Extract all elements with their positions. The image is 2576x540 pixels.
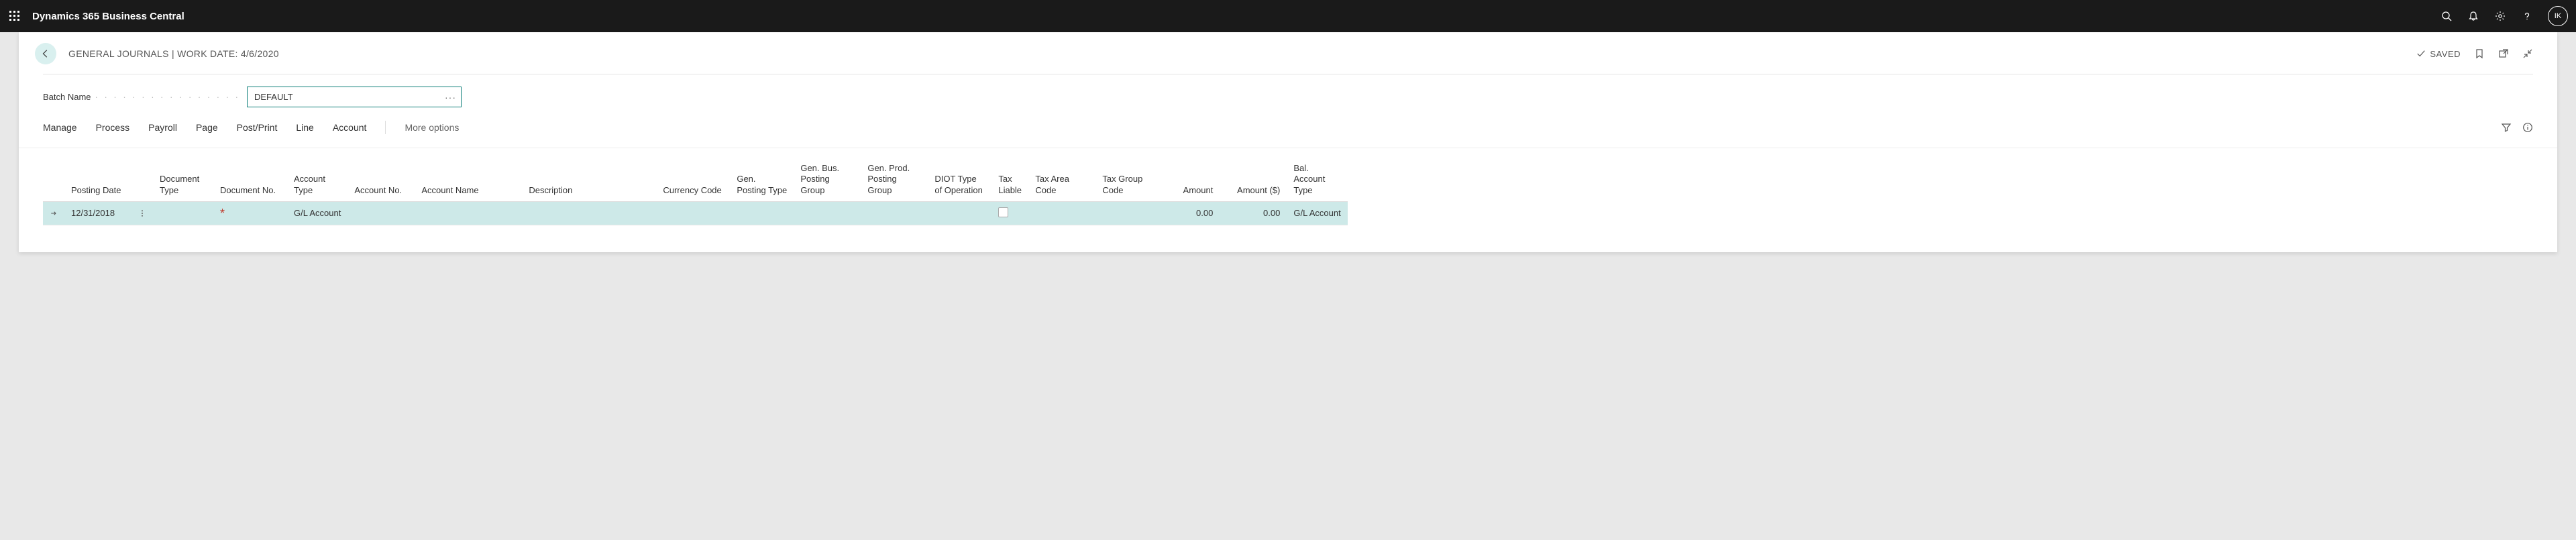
table-row[interactable]: 12/31/2018 * G/L Account bbox=[43, 201, 1348, 225]
back-button[interactable] bbox=[35, 43, 56, 64]
notifications-icon[interactable] bbox=[2467, 10, 2479, 22]
app-title: Dynamics 365 Business Central bbox=[32, 11, 184, 22]
col-account-no[interactable]: Account No. bbox=[347, 160, 415, 201]
cell-gen-posting-type[interactable] bbox=[730, 201, 794, 225]
col-currency-code[interactable]: Currency Code bbox=[656, 160, 730, 201]
help-icon[interactable] bbox=[2521, 10, 2533, 22]
cell-diot-type[interactable] bbox=[928, 201, 991, 225]
user-avatar[interactable]: IK bbox=[2548, 6, 2568, 26]
action-page[interactable]: Page bbox=[196, 122, 218, 140]
top-navbar: Dynamics 365 Business Central bbox=[0, 0, 2576, 32]
cell-tax-group-code[interactable] bbox=[1095, 201, 1152, 225]
col-gen-posting-type[interactable]: Gen. Posting Type bbox=[730, 160, 794, 201]
col-tax-liable[interactable]: Tax Liable bbox=[991, 160, 1028, 201]
action-account[interactable]: Account bbox=[333, 122, 367, 140]
col-tax-area-code[interactable]: Tax Area Code bbox=[1028, 160, 1095, 201]
action-bar: Manage Process Payroll Page Post/Print L… bbox=[19, 121, 2557, 148]
col-tax-group-code[interactable]: Tax Group Code bbox=[1095, 160, 1152, 201]
cell-tax-liable[interactable] bbox=[991, 201, 1028, 225]
batch-name-label: Batch Name bbox=[43, 92, 91, 102]
open-new-window-icon[interactable] bbox=[2498, 48, 2509, 59]
col-amount[interactable]: Amount bbox=[1152, 160, 1220, 201]
row-indicator-icon bbox=[43, 201, 64, 225]
cell-account-no[interactable] bbox=[347, 201, 415, 225]
collapse-icon[interactable] bbox=[2522, 48, 2533, 59]
cell-account-type[interactable]: G/L Account bbox=[287, 201, 347, 225]
col-document-type[interactable]: Document Type bbox=[153, 160, 213, 201]
cell-gen-bus-group[interactable] bbox=[794, 201, 861, 225]
cell-gen-prod-group[interactable] bbox=[861, 201, 928, 225]
action-payroll[interactable]: Payroll bbox=[148, 122, 177, 140]
action-line[interactable]: Line bbox=[296, 122, 313, 140]
required-star-icon: * bbox=[220, 207, 225, 220]
cell-currency-code[interactable] bbox=[656, 201, 730, 225]
action-post-print[interactable]: Post/Print bbox=[237, 122, 278, 140]
page-breadcrumb: GENERAL JOURNALS | WORK DATE: 4/6/2020 bbox=[68, 48, 279, 59]
saved-status: SAVED bbox=[2416, 49, 2461, 59]
cell-bal-account-type[interactable]: G/L Account bbox=[1287, 201, 1347, 225]
cell-description[interactable] bbox=[522, 201, 656, 225]
table-header-row: Posting Date Document Type Document No. … bbox=[43, 160, 1348, 201]
batch-name-input[interactable] bbox=[247, 87, 462, 107]
check-icon bbox=[2416, 49, 2426, 58]
col-gen-prod-group[interactable]: Gen. Prod. Posting Group bbox=[861, 160, 928, 201]
action-divider bbox=[385, 121, 386, 134]
filter-icon[interactable] bbox=[2501, 122, 2512, 133]
cell-tax-area-code[interactable] bbox=[1028, 201, 1095, 225]
col-account-name[interactable]: Account Name bbox=[415, 160, 522, 201]
col-gen-bus-group[interactable]: Gen. Bus. Posting Group bbox=[794, 160, 861, 201]
label-dots: · · · · · · · · · · · · · · · · bbox=[95, 92, 240, 102]
cell-account-name[interactable] bbox=[415, 201, 522, 225]
cell-document-no[interactable]: * bbox=[213, 201, 287, 225]
col-account-type[interactable]: Account Type bbox=[287, 160, 347, 201]
info-icon[interactable] bbox=[2522, 122, 2533, 133]
avatar-initials: IK bbox=[2555, 12, 2561, 20]
search-icon[interactable] bbox=[2440, 10, 2453, 22]
cell-amount-usd[interactable]: 0.00 bbox=[1220, 201, 1287, 225]
col-description[interactable]: Description bbox=[522, 160, 656, 201]
journal-table: Posting Date Document Type Document No. … bbox=[43, 160, 1348, 225]
action-manage[interactable]: Manage bbox=[43, 122, 77, 140]
cell-amount[interactable]: 0.00 bbox=[1152, 201, 1220, 225]
more-options[interactable]: More options bbox=[405, 122, 459, 140]
col-bal-account-type[interactable]: Bal. Account Type bbox=[1287, 160, 1347, 201]
col-posting-date[interactable]: Posting Date bbox=[64, 160, 131, 201]
page-card: GENERAL JOURNALS | WORK DATE: 4/6/2020 S… bbox=[19, 32, 2557, 252]
col-amount-usd[interactable]: Amount ($) bbox=[1220, 160, 1287, 201]
col-document-no[interactable]: Document No. bbox=[213, 160, 287, 201]
action-process[interactable]: Process bbox=[96, 122, 130, 140]
bookmark-icon[interactable] bbox=[2474, 48, 2485, 59]
saved-label: SAVED bbox=[2430, 49, 2461, 59]
tax-liable-checkbox[interactable] bbox=[998, 207, 1008, 217]
col-diot-type[interactable]: DIOT Type of Operation bbox=[928, 160, 991, 201]
app-launcher-icon[interactable] bbox=[8, 9, 21, 23]
batch-lookup-button[interactable]: ··· bbox=[445, 92, 456, 103]
cell-posting-date[interactable]: 12/31/2018 bbox=[64, 201, 131, 225]
row-menu-icon[interactable] bbox=[131, 201, 153, 225]
cell-document-type[interactable] bbox=[153, 201, 213, 225]
settings-gear-icon[interactable] bbox=[2494, 10, 2506, 22]
